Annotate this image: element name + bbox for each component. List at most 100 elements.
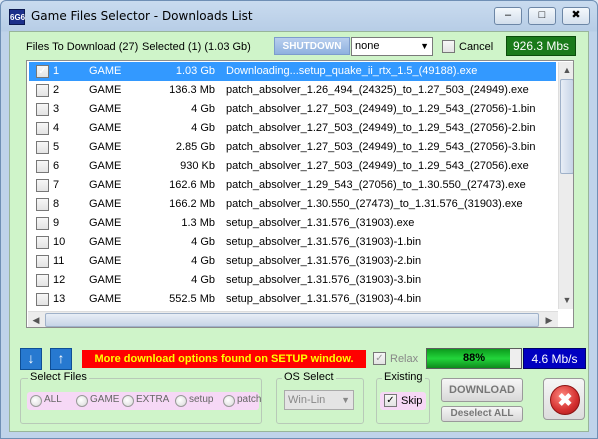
row-number: 10 bbox=[53, 236, 66, 248]
row-filename: patch_absolver_1.26_494_(24325)_to_1.27_… bbox=[226, 84, 529, 96]
row-checkbox[interactable] bbox=[36, 293, 49, 306]
table-row[interactable]: 5 GAME 2.85 Gb patch_absolver_1.27_503_(249… bbox=[29, 138, 556, 157]
skip-checkbox[interactable]: ✓ bbox=[384, 394, 397, 407]
table-row[interactable]: 6 GAME 930 Kb patch_absolver_1.27_503_(2494… bbox=[29, 157, 556, 176]
radio-all[interactable] bbox=[30, 395, 42, 407]
row-checkbox[interactable] bbox=[36, 122, 49, 135]
scroll-right-icon[interactable]: ▶ bbox=[541, 312, 557, 327]
row-checkbox[interactable] bbox=[36, 274, 49, 287]
row-size: 552.5 Mb bbox=[169, 293, 215, 305]
row-size: 4 Gb bbox=[191, 236, 215, 248]
current-speed-display: 4.6 Mb/s bbox=[523, 348, 586, 369]
row-type: GAME bbox=[89, 103, 122, 115]
app-icon: 6G6 bbox=[9, 9, 25, 25]
table-row[interactable]: 7 GAME 162.6 Mb patch_absolver_1.29_543_(27… bbox=[29, 176, 556, 195]
row-size: 1.03 Gb bbox=[175, 65, 215, 77]
chevron-down-icon: ▼ bbox=[420, 41, 429, 51]
download-button[interactable]: DOWNLOAD bbox=[441, 378, 523, 402]
row-checkbox[interactable] bbox=[36, 236, 49, 249]
row-number: 4 bbox=[53, 122, 60, 134]
row-size: 136.3 Mb bbox=[169, 84, 215, 96]
title-bar[interactable]: 6G6 Game Files Selector - Downloads List… bbox=[1, 1, 597, 31]
scroll-left-icon[interactable]: ◀ bbox=[28, 312, 44, 327]
move-down-button[interactable]: ↓ bbox=[20, 348, 42, 370]
setup-options-message[interactable]: More download options found on SETUP win… bbox=[82, 350, 366, 368]
row-size: 930 Kb bbox=[180, 160, 215, 172]
row-checkbox[interactable] bbox=[36, 84, 49, 97]
cancel-checkbox[interactable] bbox=[442, 40, 455, 53]
files-to-download-count: Files To Download (27) bbox=[26, 41, 139, 53]
radio-label-game: GAME bbox=[90, 394, 120, 405]
downloads-list[interactable]: ✓ 1 GAME 1.03 Gb Downloading...setup_quake_i… bbox=[26, 60, 574, 328]
row-type: GAME bbox=[89, 65, 122, 77]
row-type: GAME bbox=[89, 293, 122, 305]
shutdown-button[interactable]: SHUTDOWN bbox=[274, 37, 350, 55]
os-select-value: Win-Lin bbox=[288, 394, 326, 406]
row-type: GAME bbox=[89, 160, 122, 172]
skip-label: Skip bbox=[401, 395, 423, 407]
row-filename: patch_absolver_1.27_503_(24949)_to_1.29_… bbox=[226, 103, 536, 115]
minimize-button[interactable]: – bbox=[494, 7, 522, 25]
horizontal-scrollbar[interactable]: ◀ ▶ bbox=[28, 311, 558, 327]
vertical-scrollbar[interactable]: ▲ ▼ bbox=[558, 62, 573, 309]
relax-label: Relax bbox=[390, 353, 419, 365]
row-size: 2.85 Gb bbox=[175, 141, 215, 153]
os-select-label: OS Select bbox=[282, 371, 336, 383]
table-row[interactable]: 3 GAME 4 Gb patch_absolver_1.27_503_(24949)… bbox=[29, 100, 556, 119]
row-checkbox[interactable] bbox=[36, 217, 49, 230]
table-row[interactable]: ✓ 1 GAME 1.03 Gb Downloading...setup_quake_i… bbox=[29, 62, 556, 81]
relax-checkbox[interactable]: ✓ bbox=[373, 352, 386, 365]
radio-extra[interactable] bbox=[122, 395, 134, 407]
app-window: 6G6 Game Files Selector - Downloads List… bbox=[0, 0, 598, 439]
table-row[interactable]: 10 GAME 4 Gb setup_absolver_1.31.576_(31903… bbox=[29, 233, 556, 252]
radio-label-extra: EXTRA bbox=[136, 394, 170, 405]
scroll-up-icon[interactable]: ▲ bbox=[559, 62, 573, 78]
progress-percent: 88% bbox=[462, 352, 486, 364]
cancel-label: Cancel bbox=[459, 41, 494, 53]
table-row[interactable]: 8 GAME 166.2 Mb patch_absolver_1.30.550_(27… bbox=[29, 195, 556, 214]
row-checkbox[interactable] bbox=[36, 141, 49, 154]
shutdown-select[interactable]: none ▼ bbox=[351, 37, 433, 56]
row-checkbox[interactable] bbox=[36, 198, 49, 211]
row-checkbox[interactable] bbox=[36, 160, 49, 173]
row-size: 4 Gb bbox=[191, 122, 215, 134]
radio-game[interactable] bbox=[76, 395, 88, 407]
row-size: 4 Gb bbox=[191, 103, 215, 115]
horizontal-scroll-thumb[interactable] bbox=[45, 313, 539, 327]
os-select-dropdown[interactable]: Win-Lin ▼ bbox=[284, 390, 354, 410]
move-up-button[interactable]: ↑ bbox=[50, 348, 72, 370]
table-row[interactable]: 4 GAME 4 Gb patch_absolver_1.27_503_(24949)… bbox=[29, 119, 556, 138]
maximize-button[interactable]: □ bbox=[528, 7, 556, 25]
window-title: Game Files Selector - Downloads List bbox=[31, 9, 253, 23]
row-size: 1.3 Mb bbox=[181, 217, 215, 229]
radio-label-setup: setup bbox=[189, 394, 214, 405]
table-row[interactable]: 11 GAME 4 Gb setup_absolver_1.31.576_(31903… bbox=[29, 252, 556, 271]
radio-setup[interactable] bbox=[175, 395, 187, 407]
row-type: GAME bbox=[89, 236, 122, 248]
row-size: 4 Gb bbox=[191, 274, 215, 286]
main-panel: Files To Download (27) Selected (1) (1.0… bbox=[9, 31, 589, 432]
cancel-download-button[interactable]: ✖ bbox=[543, 378, 585, 420]
radio-patch[interactable] bbox=[223, 395, 235, 407]
table-row[interactable]: 13 GAME 552.5 Mb setup_absolver_1.31.576_(3… bbox=[29, 290, 556, 309]
row-checkbox[interactable] bbox=[36, 103, 49, 116]
row-filename: patch_absolver_1.27_503_(24949)_to_1.29_… bbox=[226, 160, 529, 172]
chevron-down-icon: ▼ bbox=[341, 395, 350, 405]
row-type: GAME bbox=[89, 198, 122, 210]
scroll-down-icon[interactable]: ▼ bbox=[559, 292, 573, 308]
row-number: 2 bbox=[53, 84, 60, 96]
deselect-all-button[interactable]: Deselect ALL bbox=[441, 406, 523, 422]
row-checkbox[interactable] bbox=[36, 255, 49, 268]
vertical-scroll-thumb[interactable] bbox=[560, 79, 573, 174]
table-row[interactable]: 2 GAME 136.3 Mb patch_absolver_1.26_494_(24… bbox=[29, 81, 556, 100]
row-checkbox[interactable]: ✓ bbox=[36, 65, 49, 78]
table-row[interactable]: 12 GAME 4 Gb setup_absolver_1.31.576_(31903… bbox=[29, 271, 556, 290]
table-row[interactable]: 9 GAME 1.3 Mb setup_absolver_1.31.576_(3190… bbox=[29, 214, 556, 233]
row-type: GAME bbox=[89, 217, 122, 229]
row-filename: setup_absolver_1.31.576_(31903)-3.bin bbox=[226, 274, 422, 286]
close-button[interactable]: ✖ bbox=[562, 7, 590, 25]
row-number: 6 bbox=[53, 160, 60, 172]
row-checkbox[interactable] bbox=[36, 179, 49, 192]
row-number: 3 bbox=[53, 103, 60, 115]
row-type: GAME bbox=[89, 122, 122, 134]
